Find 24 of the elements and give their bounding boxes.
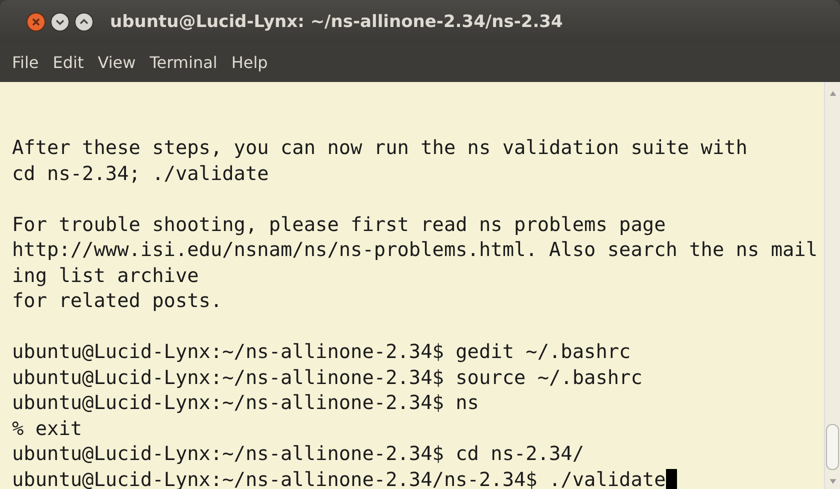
menu-item[interactable]: Terminal <box>150 52 218 72</box>
maximize-icon[interactable] <box>74 12 94 32</box>
terminal-line: for related posts. <box>12 289 222 312</box>
terminal-line: ubuntu@Lucid-Lynx:~/ns-allinone-2.34$ cd ns-2.34/ <box>12 442 584 465</box>
scrollbar-thumb[interactable] <box>826 424 839 470</box>
terminal-line: cd ns-2.34; ./validate <box>12 162 269 184</box>
terminal-line: ing list archive <box>12 264 199 286</box>
menu-item[interactable]: File <box>12 52 39 72</box>
scrollbar[interactable] <box>824 82 840 489</box>
close-icon[interactable] <box>26 12 46 32</box>
window-title: ubuntu@Lucid-Lynx: ~/ns-allinone-2.34/ns-2.34 <box>110 12 563 32</box>
menu-item[interactable]: Help <box>231 52 268 72</box>
scroll-up-icon[interactable] <box>828 90 836 97</box>
terminal-line: ubuntu@Lucid-Lynx:~/ns-allinone-2.34$ source ~/.bashrc <box>12 366 642 388</box>
terminal-line: % exit <box>12 416 82 440</box>
minimize-icon[interactable] <box>50 12 70 32</box>
terminal-line: ubuntu@Lucid-Lynx:~/ns-allinone-2.34$ gedit ~/.bashrc <box>12 340 631 363</box>
terminal-line: ubuntu@Lucid-Lynx:~/ns-allinone-2.34$ ns <box>12 391 479 414</box>
menu-item[interactable]: View <box>98 52 136 72</box>
scroll-down-icon[interactable] <box>828 478 836 485</box>
terminal-line: http://www.isi.edu/nsnam/ns/ns-problems.html. Also search the ns mail <box>12 238 818 261</box>
terminal-line: For trouble shooting, please first read ns problems page <box>12 212 666 236</box>
terminal-line: After these steps, you can now run the ns validation suite with <box>12 136 748 159</box>
menu-item[interactable]: Edit <box>52 52 84 72</box>
